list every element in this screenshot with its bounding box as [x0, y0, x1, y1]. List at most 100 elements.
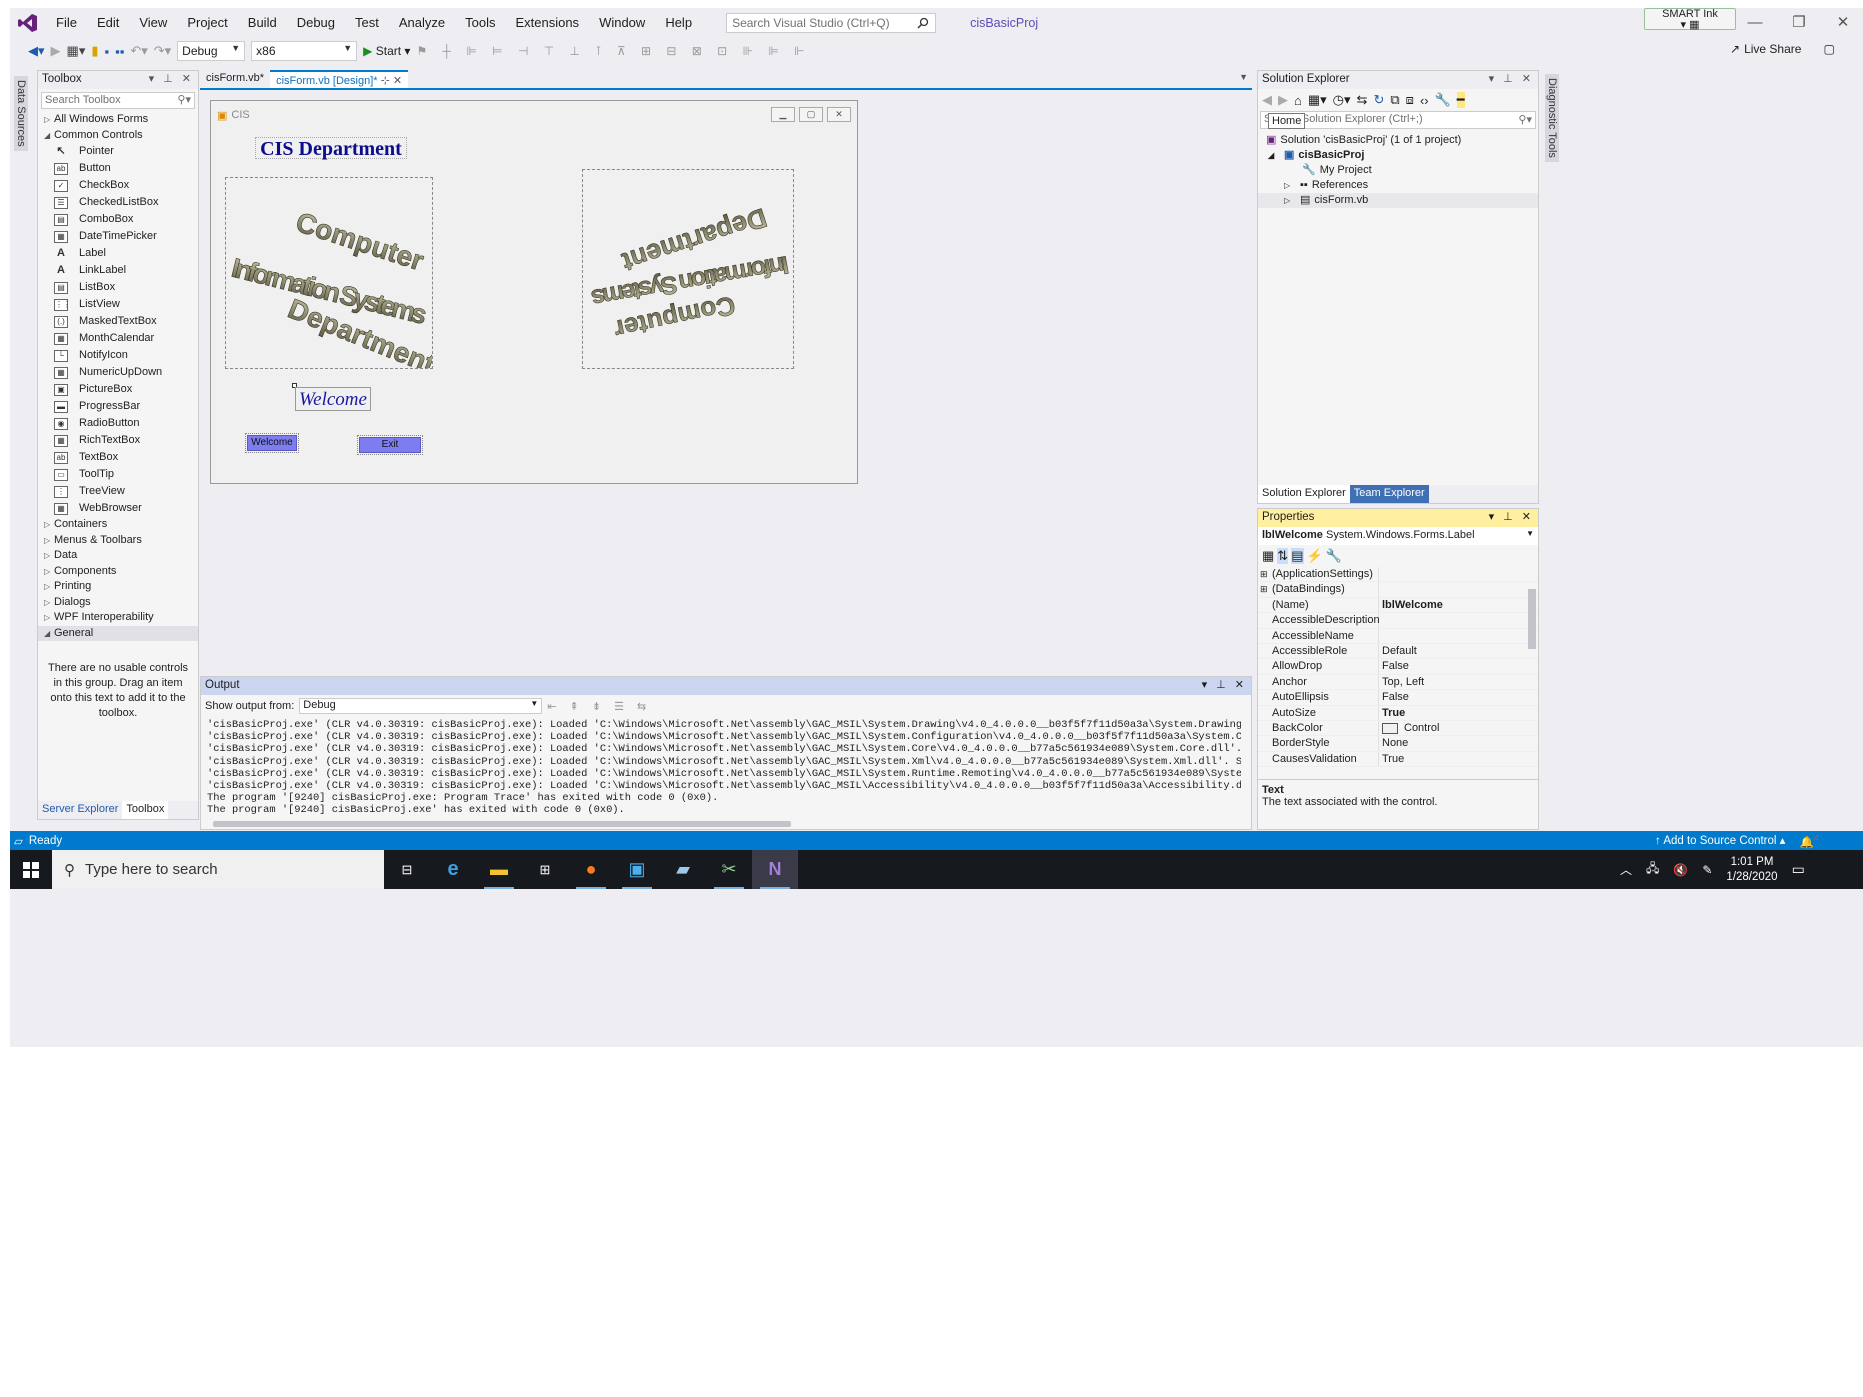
menu-tools[interactable]: Tools	[455, 8, 505, 37]
solution-config-select[interactable]: Debug ▼	[177, 41, 246, 61]
menu-file[interactable]: File	[46, 8, 87, 37]
tab-cisform-code[interactable]: cisForm.vb*	[200, 70, 271, 88]
tree-solution[interactable]: ▣ Solution 'cisBasicProj' (1 of 1 project…	[1258, 133, 1538, 148]
property-pages-icon[interactable]: 🔧	[1326, 548, 1342, 564]
new-project-icon[interactable]: ▦▾	[67, 43, 86, 59]
tool-progressbar[interactable]: ▬ ProgressBar	[38, 398, 198, 415]
taskbar-search-input[interactable]: ⚲ Type here to search	[52, 850, 384, 889]
tab-solution-explorer[interactable]: Solution Explorer	[1258, 485, 1350, 503]
tab-server-explorer[interactable]: Server Explorer	[38, 801, 122, 819]
panel-controls-icon[interactable]: ▾ ⊥ ✕	[1489, 510, 1534, 523]
windows-start-icon[interactable]	[10, 850, 52, 889]
preview-icon[interactable]: ━	[1456, 92, 1465, 108]
search-visual-studio-input[interactable]: Search Visual Studio (Ctrl+Q)	[726, 12, 937, 33]
tool-listview[interactable]: ⋮⋮ ListView	[38, 296, 198, 313]
visual-studio-taskbar-icon[interactable]: N	[752, 850, 798, 889]
notifications-icon[interactable]: 🔔4	[1799, 833, 1819, 849]
panel-controls-icon[interactable]: ▾ ⊥ ✕	[149, 72, 194, 85]
file-explorer-icon[interactable]: ▬	[476, 850, 522, 889]
tool-treeview[interactable]: ⋮ TreeView	[38, 483, 198, 500]
property-row[interactable]: CausesValidation True	[1258, 751, 1538, 768]
tree-project[interactable]: ◢ ▣ cisBasicProj	[1258, 148, 1538, 163]
picturebox-1[interactable]: Computer Information Systems Department	[225, 177, 440, 380]
tool-tooltip[interactable]: ▭ ToolTip	[38, 466, 198, 483]
property-row[interactable]: AutoSize True	[1258, 705, 1538, 721]
welcome-label[interactable]: Welcome	[295, 387, 371, 411]
save-icon[interactable]: ▪	[105, 44, 110, 59]
tree-references[interactable]: ▷ ▪▪ References	[1258, 178, 1538, 193]
property-row[interactable]: Anchor Top, Left	[1258, 674, 1538, 691]
minimize-icon[interactable]: —	[1733, 8, 1777, 37]
menu-edit[interactable]: Edit	[87, 8, 129, 37]
pin-icon[interactable]: ⊹	[381, 75, 390, 87]
group-printing[interactable]: ▷ Printing	[38, 579, 198, 595]
snipping-tool-icon[interactable]: ✂	[706, 850, 752, 889]
properties-icon[interactable]: 🔧	[1435, 92, 1451, 108]
start-button[interactable]: ▶ Start ▾	[363, 44, 410, 58]
property-row[interactable]: AllowDrop False	[1258, 659, 1538, 675]
picturebox-2[interactable]: Computer Information Systems Department	[582, 169, 794, 369]
tool-checkbox[interactable]: ✓ CheckBox	[38, 177, 198, 194]
edge-icon[interactable]: e	[430, 850, 476, 889]
group-data[interactable]: ▷ Data	[38, 548, 198, 564]
store-icon[interactable]: ⊞	[522, 850, 568, 889]
tool-numericupdown[interactable]: ▦ NumericUpDown	[38, 364, 198, 381]
output-source-select[interactable]: Debug ▼	[299, 698, 543, 714]
diagnostic-tools-tab[interactable]: Diagnostic Tools	[1545, 74, 1559, 162]
firefox-icon[interactable]: ●	[568, 850, 614, 889]
tool-monthcalendar[interactable]: ▦ MonthCalendar	[38, 330, 198, 347]
tool-notifyicon[interactable]: └ NotifyIcon	[38, 347, 198, 364]
output-toolbar-icons[interactable]: ⇤ ⇞ ⇟ ☰ ⇆	[547, 700, 651, 713]
switch-views-icon[interactable]: ▦▾	[1308, 92, 1327, 108]
property-row[interactable]: BorderStyle None	[1258, 736, 1538, 752]
align-toolbar-icons[interactable]: ⚑ ┼ ⊫ ⊨ ⊣ ⊤ ⊥ ⊺ ⊼ ⊞ ⊟ ⊠ ⊡ ⊪ ⊫ ⊩	[416, 44, 810, 58]
property-row[interactable]: (Name) lblWelcome	[1258, 597, 1538, 614]
menu-window[interactable]: Window	[589, 8, 655, 37]
tree-cisform-file[interactable]: ▷ ▤ cisForm.vb	[1258, 193, 1538, 208]
cis-department-label[interactable]: CIS Department	[255, 137, 407, 160]
alphabetical-icon[interactable]: ⇅	[1277, 548, 1289, 564]
group-menus-toolbars[interactable]: ▷ Menus & Toolbars	[38, 533, 198, 549]
smart-ink-button[interactable]: SMART Ink ▾ ▦	[1644, 8, 1736, 31]
tool-listbox[interactable]: ▤ ListBox	[38, 279, 198, 296]
property-row[interactable]: AccessibleName	[1258, 628, 1538, 644]
redo-icon[interactable]: ↷▾	[154, 43, 171, 59]
tool-linklabel[interactable]: A LinkLabel	[38, 262, 198, 279]
tool-radiobutton[interactable]: ◉ RadioButton	[38, 415, 198, 432]
group-containers[interactable]: ▷ Containers	[38, 517, 198, 533]
smart-notebook-icon[interactable]: ▰	[660, 850, 706, 889]
menu-test[interactable]: Test	[345, 8, 389, 37]
menu-project[interactable]: Project	[177, 8, 237, 37]
events-icon[interactable]: ⚡	[1307, 548, 1323, 564]
tool-webbrowser[interactable]: ▦ WebBrowser	[38, 500, 198, 517]
chevron-up-icon[interactable]: ︿	[1620, 861, 1632, 878]
view-code-icon[interactable]: ‹›	[1420, 93, 1429, 108]
property-row[interactable]: AccessibleDescription	[1258, 613, 1538, 629]
tab-toolbox[interactable]: Toolbox	[122, 801, 169, 819]
tool-combobox[interactable]: ▤ ComboBox	[38, 211, 198, 228]
platform-select[interactable]: x86 ▼	[251, 41, 358, 61]
pending-changes-icon[interactable]: ◷▾	[1333, 92, 1351, 108]
menu-help[interactable]: Help	[655, 8, 702, 37]
pen-icon[interactable]: ✎	[1702, 863, 1712, 877]
save-all-icon[interactable]: ▪▪	[115, 44, 124, 59]
group-common-controls[interactable]: ◢ Common Controls	[38, 128, 198, 144]
welcome-button[interactable]: Welcome	[245, 433, 299, 453]
group-dialogs[interactable]: ▷ Dialogs	[38, 595, 198, 611]
tool-picturebox[interactable]: ▣ PictureBox	[38, 381, 198, 398]
sync-icon[interactable]: ⇆	[1357, 92, 1368, 108]
tool-checkedlistbox[interactable]: ☰ CheckedListBox	[38, 194, 198, 211]
tree-my-project[interactable]: 🔧 My Project	[1258, 163, 1538, 178]
back-icon[interactable]: ◀▾	[28, 43, 45, 59]
toolbox-search-input[interactable]: Search Toolbox ⚲▾	[41, 92, 195, 109]
tool-datetimepicker[interactable]: ▦ DateTimePicker	[38, 228, 198, 245]
close-tab-icon[interactable]: ✕	[393, 75, 402, 87]
group-components[interactable]: ▷ Components	[38, 564, 198, 580]
property-scrollbar[interactable]	[1528, 579, 1536, 769]
tool-pointer[interactable]: ↖ Pointer	[38, 143, 198, 160]
volume-muted-icon[interactable]: 🔇	[1673, 863, 1688, 877]
show-all-files-icon[interactable]: ⧈	[1406, 92, 1414, 108]
group-all-windows-forms[interactable]: ▷ All Windows Forms	[38, 112, 198, 128]
taskbar-clock[interactable]: 1:01 PM 1/28/2020	[1726, 855, 1777, 885]
cis-form[interactable]: ▣ CIS ▁ ▢ ✕ CIS Department Computer Info…	[210, 100, 858, 484]
